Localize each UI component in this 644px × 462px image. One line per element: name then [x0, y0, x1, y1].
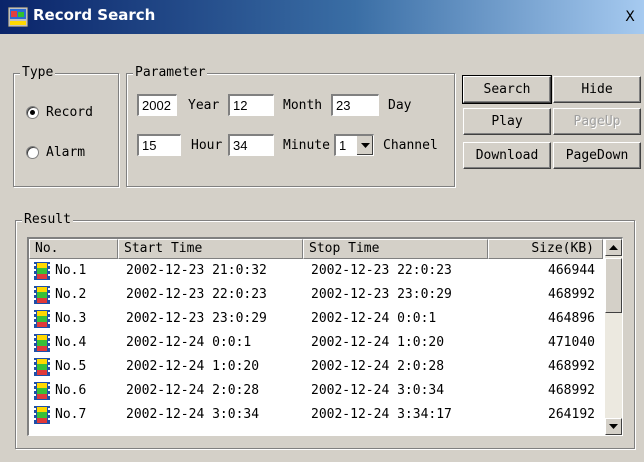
- play-button[interactable]: Play: [463, 108, 551, 135]
- window-title: Record Search: [33, 6, 156, 24]
- radio-record-label: Record: [46, 105, 93, 120]
- table-row[interactable]: No.1 2002-12-23 21:0:32 2002-12-23 22:0:23…: [29, 259, 603, 283]
- column-header-size[interactable]: Size(KB): [488, 239, 603, 259]
- video-file-icon: [34, 382, 50, 400]
- download-button[interactable]: Download: [463, 142, 551, 169]
- column-header-size-label: Size(KB): [531, 241, 594, 256]
- radio-alarm-dot[interactable]: [26, 146, 39, 159]
- hour-input[interactable]: 15: [137, 134, 181, 156]
- type-group-title: Type: [20, 65, 56, 80]
- cell-size: 468992: [548, 359, 595, 374]
- minute-input[interactable]: 34: [228, 134, 274, 156]
- parameter-group-title: Parameter: [133, 65, 208, 80]
- cell-size: 464896: [548, 311, 595, 326]
- video-file-icon: [34, 406, 50, 424]
- radio-record-dot[interactable]: [26, 106, 39, 119]
- hide-button[interactable]: Hide: [553, 76, 641, 103]
- pageup-button-label: PageUp: [573, 114, 621, 129]
- cell-no: No.1: [55, 263, 87, 278]
- cell-start-time: 2002-12-24 0:0:1: [126, 335, 252, 350]
- cell-size: 468992: [548, 383, 595, 398]
- table-row[interactable]: No.3 2002-12-23 23:0:29 2002-12-24 0:0:1 46…: [29, 307, 603, 331]
- cell-size: 471040: [548, 335, 595, 350]
- day-input[interactable]: 23: [331, 94, 379, 116]
- radio-record[interactable]: Record: [26, 105, 93, 120]
- table-row[interactable]: No.7 2002-12-24 3:0:34 2002-12-24 3:34:17 2…: [29, 403, 603, 427]
- cell-no: No.6: [55, 383, 87, 398]
- search-button[interactable]: Search: [462, 75, 552, 104]
- column-header-start-time[interactable]: Start Time: [118, 239, 303, 259]
- year-label: Year: [188, 98, 220, 113]
- hour-label: Hour: [191, 138, 223, 153]
- pagedown-button-label: PageDown: [565, 148, 629, 163]
- year-input[interactable]: 2002: [137, 94, 177, 116]
- pagedown-button[interactable]: PageDown: [553, 142, 641, 169]
- radio-alarm-label: Alarm: [46, 145, 86, 160]
- table-row[interactable]: No.4 2002-12-24 0:0:1 2002-12-24 1:0:20 471…: [29, 331, 603, 355]
- cell-start-time: 2002-12-23 23:0:29: [126, 311, 267, 326]
- video-file-icon: [34, 310, 50, 328]
- cell-stop-time: 2002-12-23 22:0:23: [311, 263, 452, 278]
- cell-start-time: 2002-12-23 22:0:23: [126, 287, 267, 302]
- channel-select-value: 1: [339, 138, 347, 153]
- day-label: Day: [388, 98, 412, 113]
- cell-stop-time: 2002-12-24 3:34:17: [311, 407, 452, 422]
- cell-stop-time: 2002-12-24 2:0:28: [311, 359, 445, 374]
- channel-select[interactable]: 1: [334, 134, 374, 156]
- minute-label: Minute: [283, 138, 330, 153]
- pageup-button[interactable]: PageUp: [553, 108, 641, 135]
- cell-start-time: 2002-12-24 2:0:28: [126, 383, 260, 398]
- scroll-thumb[interactable]: [605, 258, 622, 313]
- list-header: No. Start Time Stop Time Size(KB): [29, 239, 603, 259]
- cell-size: 468992: [548, 287, 595, 302]
- type-group: Type Record Alarm: [13, 65, 119, 187]
- cell-stop-time: 2002-12-23 23:0:29: [311, 287, 452, 302]
- month-label: Month: [283, 98, 323, 113]
- cell-start-time: 2002-12-23 21:0:32: [126, 263, 267, 278]
- cell-stop-time: 2002-12-24 3:0:34: [311, 383, 445, 398]
- download-button-label: Download: [475, 148, 539, 163]
- cell-no: No.7: [55, 407, 87, 422]
- cell-no: No.2: [55, 287, 87, 302]
- cell-stop-time: 2002-12-24 0:0:1: [311, 311, 437, 326]
- column-header-stop-time[interactable]: Stop Time: [303, 239, 488, 259]
- cell-no: No.5: [55, 359, 87, 374]
- video-file-icon: [34, 262, 50, 280]
- chevron-down-icon[interactable]: [356, 136, 373, 155]
- result-list[interactable]: No. Start Time Stop Time Size(KB) No.1 20…: [27, 237, 623, 436]
- cell-no: No.3: [55, 311, 87, 326]
- hide-button-label: Hide: [581, 82, 613, 97]
- result-group-title: Result: [22, 212, 73, 227]
- table-row[interactable]: No.6 2002-12-24 2:0:28 2002-12-24 3:0:34 46…: [29, 379, 603, 403]
- scroll-down-icon[interactable]: [605, 418, 622, 435]
- title-bar[interactable]: Record Search X: [0, 0, 644, 34]
- parameter-group: Parameter 2002 Year 12 Month 23 Day 15 H…: [126, 65, 455, 187]
- channel-label: Channel: [383, 138, 438, 153]
- video-file-icon: [34, 286, 50, 304]
- column-header-no[interactable]: No.: [29, 239, 118, 259]
- video-file-icon: [34, 334, 50, 352]
- table-row[interactable]: No.5 2002-12-24 1:0:20 2002-12-24 2:0:28 46…: [29, 355, 603, 379]
- cell-start-time: 2002-12-24 3:0:34: [126, 407, 260, 422]
- app-icon: [8, 7, 28, 27]
- cell-stop-time: 2002-12-24 1:0:20: [311, 335, 445, 350]
- radio-alarm[interactable]: Alarm: [26, 145, 85, 160]
- cell-start-time: 2002-12-24 1:0:20: [126, 359, 260, 374]
- play-button-label: Play: [491, 114, 523, 129]
- video-file-icon: [34, 358, 50, 376]
- cell-no: No.4: [55, 335, 87, 350]
- month-input[interactable]: 12: [228, 94, 274, 116]
- scroll-up-icon[interactable]: [605, 239, 622, 256]
- cell-size: 466944: [548, 263, 595, 278]
- close-icon[interactable]: X: [622, 9, 638, 25]
- table-row[interactable]: No.2 2002-12-23 22:0:23 2002-12-23 23:0:29…: [29, 283, 603, 307]
- vertical-scrollbar[interactable]: [605, 239, 622, 435]
- cell-size: 264192: [548, 407, 595, 422]
- search-button-label: Search: [483, 82, 531, 97]
